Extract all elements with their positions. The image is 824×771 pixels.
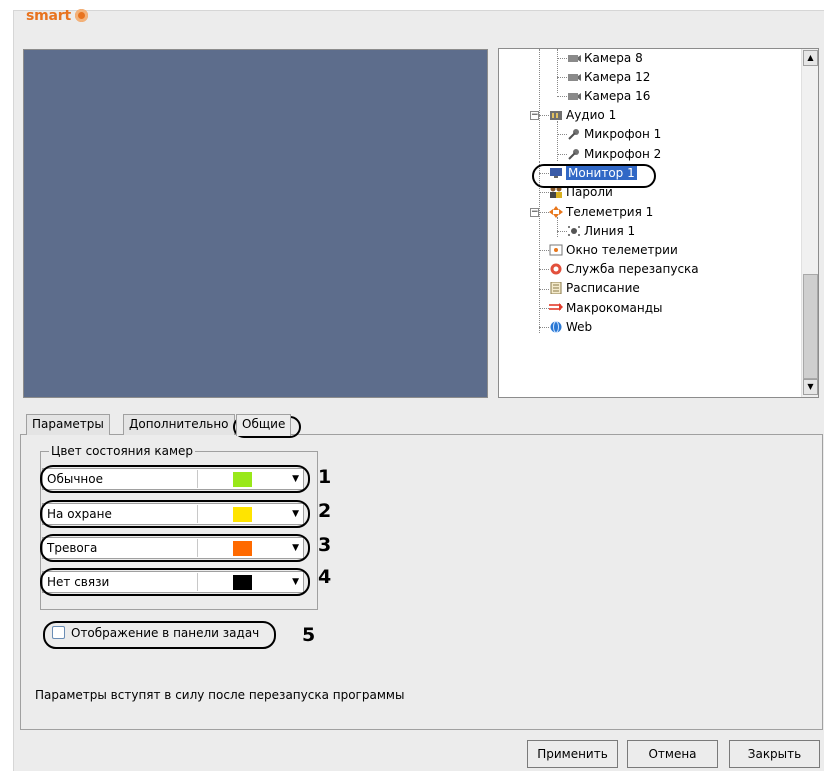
macro-icon	[549, 301, 563, 313]
highlight-ring-3	[40, 534, 310, 562]
scroll-down-icon[interactable]: ▼	[803, 379, 818, 395]
tree-item-telemetry-1[interactable]: Телеметрия 1	[549, 203, 653, 222]
tab-advanced[interactable]: Дополнительно	[123, 414, 235, 435]
marker-2: 2	[318, 500, 332, 522]
microphone-icon	[567, 147, 581, 160]
object-tree[interactable]: − − Камера 8 Камера 12 Камера 16 Аудио 1…	[498, 48, 819, 398]
tree-item-camera-12[interactable]: Камера 12	[567, 68, 650, 87]
brand-logo: smart	[26, 8, 88, 24]
marker-4: 4	[318, 566, 332, 588]
camera-icon	[567, 70, 581, 82]
tree-item-audio-1[interactable]: Аудио 1	[549, 106, 616, 125]
brand-icon	[74, 9, 88, 22]
group-title: Цвет состояния камер	[51, 444, 193, 458]
highlight-ring-monitor	[532, 164, 656, 188]
highlight-ring-4	[40, 568, 310, 596]
scroll-thumb[interactable]	[803, 274, 818, 379]
tree-item-microphone-1[interactable]: Микрофон 1	[567, 125, 661, 144]
highlight-ring-1	[40, 465, 310, 493]
scroll-up-icon[interactable]: ▲	[803, 50, 818, 66]
close-button[interactable]: Закрыть	[729, 740, 820, 768]
line-icon	[567, 224, 581, 236]
video-preview	[23, 49, 488, 398]
tree-item-web[interactable]: Web	[549, 318, 592, 337]
tree-item-microphone-2[interactable]: Микрофон 2	[567, 145, 661, 164]
marker-5: 5	[302, 624, 316, 646]
tab-general[interactable]: Общие	[236, 414, 292, 436]
collapse-audio-icon[interactable]: −	[530, 111, 539, 120]
marker-1: 1	[318, 466, 332, 488]
tree-item-macros[interactable]: Макрокоманды	[549, 299, 663, 318]
highlight-ring-5	[43, 621, 276, 649]
collapse-telemetry-icon[interactable]: −	[530, 208, 539, 217]
microphone-icon	[567, 127, 581, 140]
restart-note: Параметры вступят в силу после перезапус…	[35, 688, 405, 702]
tree-item-schedule[interactable]: Расписание	[549, 279, 640, 298]
tree-scrollbar[interactable]: ▲ ▼	[801, 49, 818, 397]
apply-button[interactable]: Применить	[527, 740, 618, 768]
tree-item-telemetry-window[interactable]: Окно телеметрии	[549, 241, 678, 260]
tab-parameters[interactable]: Параметры	[26, 414, 110, 435]
tree-item-restart-service[interactable]: Служба перезапуска	[549, 260, 699, 279]
tree-item-line-1[interactable]: Линия 1	[567, 222, 635, 241]
telemetry-icon	[549, 205, 563, 218]
tree-item-camera-16[interactable]: Камера 16	[567, 87, 650, 106]
telemetry-window-icon	[549, 243, 563, 256]
schedule-icon	[549, 281, 563, 295]
marker-3: 3	[318, 534, 332, 556]
tree-item-camera-8[interactable]: Камера 8	[567, 49, 643, 68]
restart-service-icon	[549, 262, 563, 275]
audio-device-icon	[549, 108, 563, 120]
cancel-button[interactable]: Отмена	[627, 740, 718, 768]
highlight-ring-2	[40, 500, 310, 528]
web-icon	[549, 320, 563, 333]
camera-icon	[567, 89, 581, 101]
camera-icon	[567, 51, 581, 63]
brand-name: smart	[26, 8, 71, 24]
